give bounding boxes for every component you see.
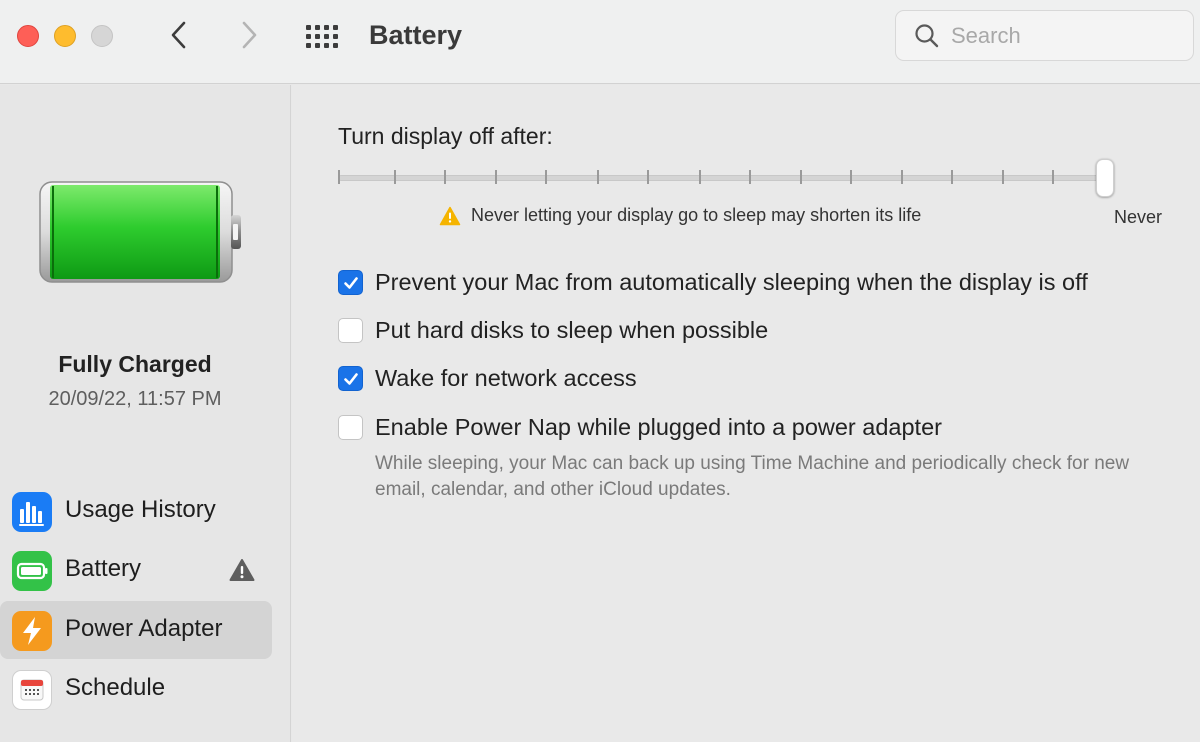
checkbox-unchecked[interactable] bbox=[338, 318, 363, 343]
checkbox-checked[interactable] bbox=[338, 366, 363, 391]
prevent-sleep-checkbox[interactable]: Prevent your Mac from automatically slee… bbox=[338, 269, 1088, 296]
checkbox-label: Put hard disks to sleep when possible bbox=[375, 317, 769, 343]
checkbox-label: Enable Power Nap while plugged into a po… bbox=[375, 414, 942, 440]
search-input[interactable] bbox=[951, 21, 1181, 51]
checkbox-checked[interactable] bbox=[338, 270, 363, 295]
slider-tick bbox=[699, 170, 701, 184]
battery-icon bbox=[12, 551, 52, 591]
sidebar-item-power-adapter[interactable]: Power Adapter bbox=[0, 601, 272, 659]
display-sleep-warning: Never letting your display go to sleep m… bbox=[439, 205, 921, 226]
warning-text: Never letting your display go to sleep m… bbox=[471, 205, 922, 225]
close-window-button[interactable] bbox=[17, 25, 39, 47]
slider-tick bbox=[338, 170, 340, 184]
warning-icon bbox=[229, 559, 255, 581]
slider-tick bbox=[901, 170, 903, 184]
main-panel: Turn display off after: Never letting yo… bbox=[292, 85, 1200, 742]
checkbox-label: Prevent your Mac from automatically slee… bbox=[375, 269, 1088, 295]
calendar-icon bbox=[12, 670, 52, 710]
hard-disk-sleep-checkbox[interactable]: Put hard disks to sleep when possible bbox=[338, 317, 768, 344]
battery-level-icon bbox=[39, 181, 241, 283]
chevron-left-icon bbox=[171, 21, 186, 49]
power-nap-description: While sleeping, your Mac can back up usi… bbox=[375, 453, 1130, 500]
slider-tick bbox=[800, 170, 802, 184]
forward-button[interactable] bbox=[232, 18, 266, 52]
search-field[interactable] bbox=[895, 10, 1194, 61]
window-title: Battery bbox=[369, 20, 463, 50]
slider-end-label: Never bbox=[1114, 207, 1163, 227]
show-all-button[interactable] bbox=[303, 20, 343, 52]
slider-tick bbox=[1002, 170, 1004, 184]
back-button[interactable] bbox=[162, 18, 196, 52]
slider-tick bbox=[749, 170, 751, 184]
slider-tick bbox=[951, 170, 953, 184]
charge-timestamp: 20/09/22, 11:57 PM bbox=[48, 388, 222, 410]
zoom-window-button[interactable] bbox=[91, 25, 113, 47]
slider-tick bbox=[545, 170, 547, 184]
power-nap-checkbox[interactable]: Enable Power Nap while plugged into a po… bbox=[338, 414, 942, 441]
sidebar-item-schedule[interactable]: Schedule bbox=[0, 660, 272, 718]
titlebar: Battery bbox=[0, 0, 1200, 84]
display-sleep-slider[interactable] bbox=[338, 159, 1118, 199]
slider-tick bbox=[444, 170, 446, 184]
sidebar-item-usage-history[interactable]: Usage History bbox=[0, 482, 272, 540]
sidebar-item-label: Battery bbox=[65, 555, 142, 582]
warning-icon bbox=[439, 206, 461, 225]
sidebar-item-battery[interactable]: Battery bbox=[0, 541, 272, 599]
charge-status: Fully Charged bbox=[58, 351, 212, 377]
slider-tick bbox=[394, 170, 396, 184]
slider-tick bbox=[850, 170, 852, 184]
slider-tick bbox=[597, 170, 599, 184]
sidebar: Fully Charged 20/09/22, 11:57 PM Usage H… bbox=[0, 85, 291, 742]
power-adapter-icon bbox=[12, 611, 52, 651]
checkbox-label: Wake for network access bbox=[375, 365, 637, 391]
checkmark-icon bbox=[343, 276, 358, 289]
grid-icon bbox=[306, 25, 338, 48]
usage-history-icon bbox=[12, 492, 52, 532]
slider-tick bbox=[647, 170, 649, 184]
sidebar-item-label: Usage History bbox=[65, 496, 216, 523]
wake-network-checkbox[interactable]: Wake for network access bbox=[338, 365, 637, 392]
minimize-window-button[interactable] bbox=[54, 25, 76, 47]
sidebar-item-label: Power Adapter bbox=[65, 615, 223, 642]
search-icon bbox=[915, 24, 939, 48]
checkmark-icon bbox=[343, 372, 358, 385]
slider-thumb[interactable] bbox=[1096, 159, 1114, 197]
chevron-right-icon bbox=[242, 21, 257, 49]
checkbox-unchecked[interactable] bbox=[338, 415, 363, 440]
slider-track bbox=[338, 175, 1108, 181]
slider-tick bbox=[495, 170, 497, 184]
slider-tick bbox=[1052, 170, 1054, 184]
sidebar-item-label: Schedule bbox=[65, 674, 166, 701]
display-sleep-label: Turn display off after: bbox=[338, 123, 553, 149]
